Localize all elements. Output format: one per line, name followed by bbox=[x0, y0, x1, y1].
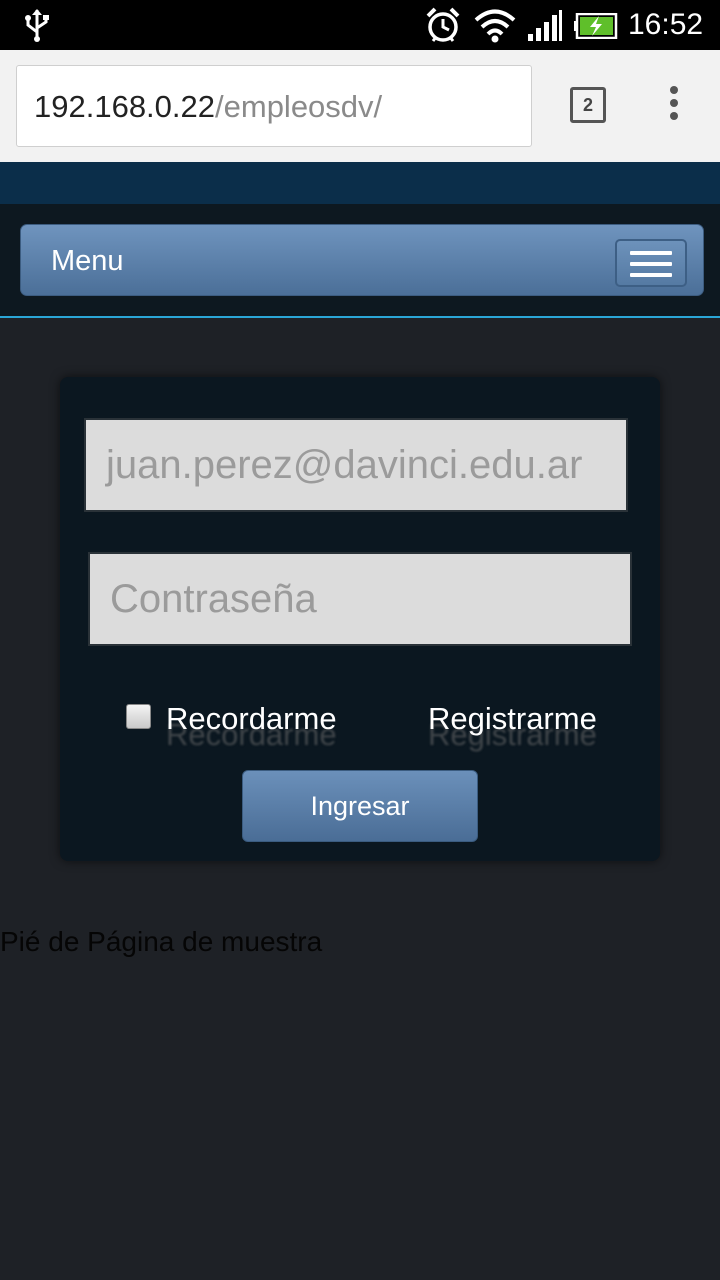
password-placeholder: Contraseña bbox=[110, 577, 317, 621]
tab-count: 2 bbox=[582, 95, 593, 115]
hamburger-icon[interactable] bbox=[615, 239, 687, 287]
remember-checkbox[interactable] bbox=[126, 704, 151, 729]
browser-toolbar: 192.168.0.22/empleosdv/ 2 bbox=[0, 50, 720, 162]
site-top-band bbox=[0, 162, 720, 204]
signal-icon bbox=[528, 10, 562, 41]
status-time: 16:52 bbox=[628, 8, 704, 41]
email-field[interactable]: juan.perez@davinci.edu.ar bbox=[84, 418, 628, 512]
usb-icon bbox=[25, 9, 49, 42]
url-host: 192.168.0.22 bbox=[34, 89, 216, 124]
password-field[interactable]: Contraseña bbox=[88, 552, 632, 646]
register-link[interactable]: Registrarme bbox=[428, 700, 597, 738]
login-panel: juan.perez@davinci.edu.ar Contraseña Rec… bbox=[60, 377, 660, 861]
login-button[interactable]: Ingresar bbox=[242, 770, 478, 842]
email-placeholder: juan.perez@davinci.edu.ar bbox=[106, 443, 583, 487]
address-bar[interactable]: 192.168.0.22/empleosdv/ bbox=[16, 65, 532, 147]
tabs-icon[interactable]: 2 bbox=[570, 87, 606, 123]
navbar: Menu bbox=[20, 224, 704, 296]
overflow-menu-icon[interactable] bbox=[664, 86, 684, 126]
url-text: 192.168.0.22/empleosdv/ bbox=[34, 87, 382, 127]
status-bar: 16:52 bbox=[0, 0, 720, 50]
footer-text: Pié de Página de muestra bbox=[0, 926, 323, 957]
site-header: Menu bbox=[0, 204, 720, 318]
wifi-icon bbox=[474, 9, 516, 43]
alarm-icon bbox=[426, 7, 460, 42]
url-path: /empleosdv/ bbox=[215, 89, 383, 124]
battery-charging-icon bbox=[574, 13, 618, 39]
remember-label: Recordarme bbox=[166, 701, 337, 736]
menu-label: Menu bbox=[51, 245, 124, 277]
